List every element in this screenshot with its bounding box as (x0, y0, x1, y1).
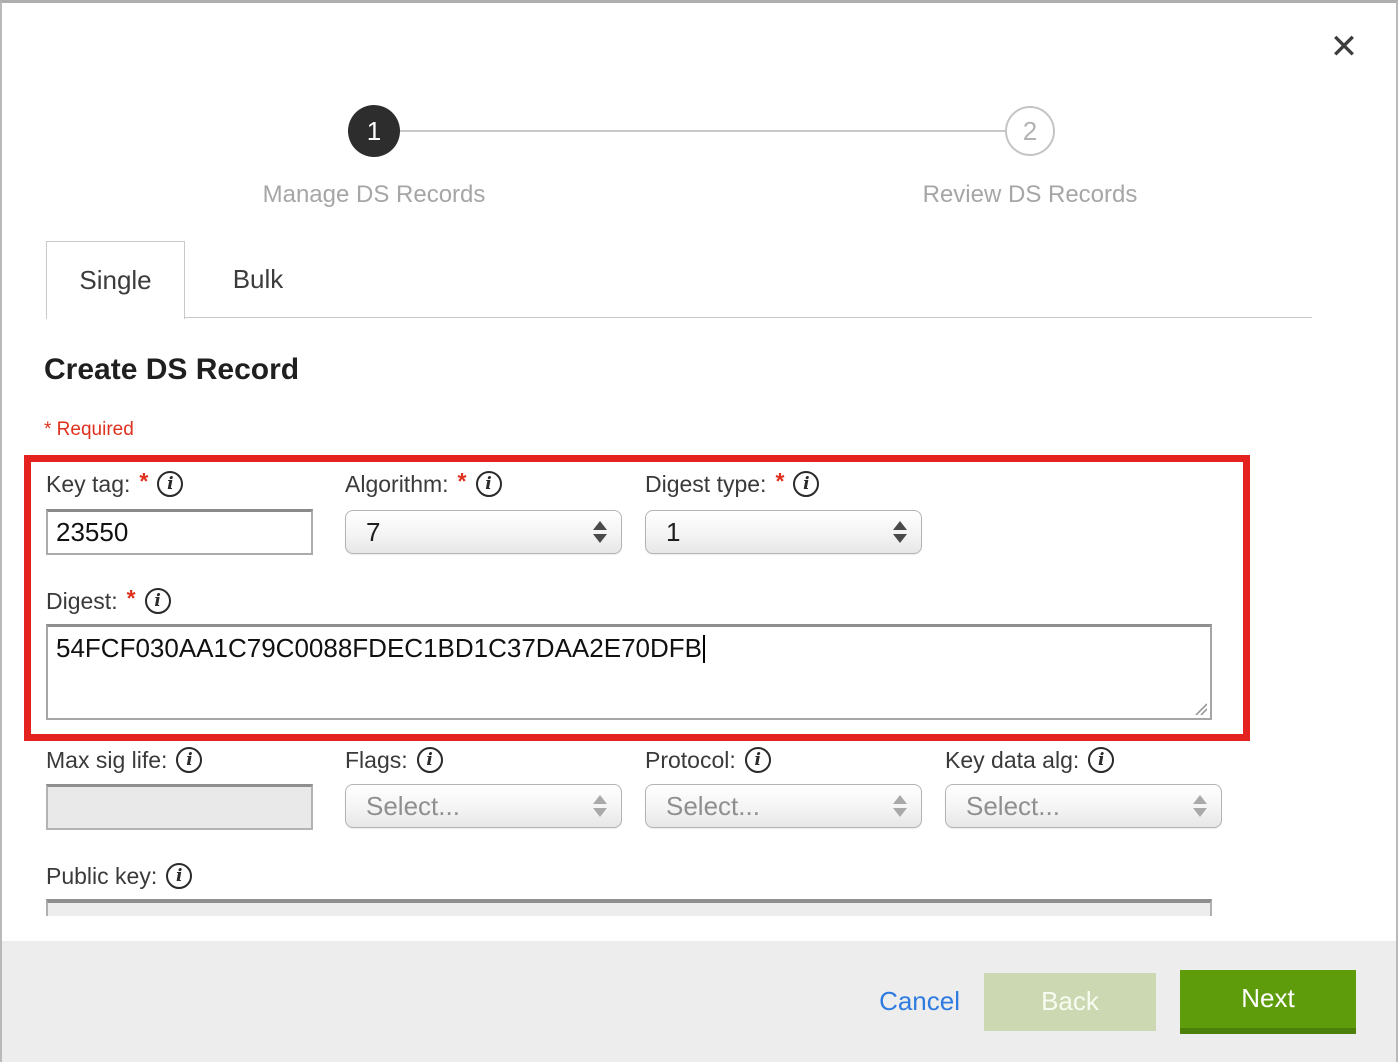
digest-label-row: Digest: * i (46, 586, 171, 616)
key-data-alg-label: Key data alg: (945, 747, 1079, 774)
max-sig-life-label-row: Max sig life: i (46, 745, 202, 775)
resize-grip-icon[interactable] (1193, 701, 1207, 715)
flags-info-icon[interactable]: i (417, 747, 443, 773)
algorithm-label-row: Algorithm: * i (345, 469, 502, 499)
public-key-textarea[interactable] (46, 899, 1212, 916)
tabbar-divider (46, 317, 1312, 318)
step-1-number: 1 (367, 116, 381, 147)
key-tag-value: 23550 (56, 517, 128, 548)
algorithm-value: 7 (366, 517, 380, 548)
max-sig-life-info-icon[interactable]: i (176, 747, 202, 773)
cancel-button[interactable]: Cancel (879, 986, 960, 1017)
tab-bulk[interactable]: Bulk (185, 241, 331, 317)
select-arrows-icon (1193, 795, 1207, 817)
public-key-info-icon[interactable]: i (166, 863, 192, 889)
select-arrows-icon (893, 521, 907, 543)
next-button[interactable]: Next (1180, 970, 1356, 1034)
digest-label: Digest: (46, 588, 118, 615)
key-data-alg-info-icon[interactable]: i (1088, 747, 1114, 773)
protocol-select[interactable]: Select... (645, 784, 922, 828)
text-cursor (703, 635, 705, 663)
digest-textarea[interactable]: 54FCF030AA1C79C0088FDEC1BD1C37DAA2E70DFB (46, 624, 1212, 720)
flags-placeholder: Select... (366, 791, 460, 822)
key-data-alg-select[interactable]: Select... (945, 784, 1222, 828)
step-2-circle: 2 (1005, 106, 1055, 156)
key-data-alg-placeholder: Select... (966, 791, 1060, 822)
digest-type-info-icon[interactable]: i (793, 471, 819, 497)
key-data-alg-label-row: Key data alg: i (945, 745, 1114, 775)
key-tag-label: Key tag: (46, 471, 130, 498)
select-arrows-icon (893, 795, 907, 817)
close-icon[interactable]: ✕ (1322, 25, 1366, 69)
step-1-label: Manage DS Records (224, 181, 524, 209)
step-2-number: 2 (1023, 116, 1037, 147)
select-arrows-icon (593, 795, 607, 817)
digest-type-label: Digest type: (645, 471, 766, 498)
step-2-label: Review DS Records (880, 181, 1180, 209)
max-sig-life-input[interactable] (46, 784, 313, 830)
max-sig-life-label: Max sig life: (46, 747, 167, 774)
tab-single[interactable]: Single (46, 241, 185, 319)
key-tag-required-asterisk: * (139, 468, 148, 495)
algorithm-info-icon[interactable]: i (476, 471, 502, 497)
key-tag-input[interactable]: 23550 (46, 509, 313, 555)
digest-type-required-asterisk: * (775, 468, 784, 495)
digest-required-asterisk: * (127, 585, 136, 612)
page-title: Create DS Record (44, 353, 299, 387)
key-tag-info-icon[interactable]: i (157, 471, 183, 497)
protocol-info-icon[interactable]: i (745, 747, 771, 773)
digest-type-value: 1 (666, 517, 680, 548)
protocol-label: Protocol: (645, 747, 736, 774)
stepper-connector-line (400, 130, 1006, 132)
protocol-label-row: Protocol: i (645, 745, 771, 775)
select-arrows-icon (593, 521, 607, 543)
step-1-circle: 1 (348, 105, 400, 157)
public-key-label-row: Public key: i (46, 861, 192, 891)
back-button[interactable]: Back (984, 973, 1156, 1031)
digest-type-label-row: Digest type: * i (645, 469, 819, 499)
protocol-placeholder: Select... (666, 791, 760, 822)
public-key-label: Public key: (46, 863, 157, 890)
flags-label: Flags: (345, 747, 408, 774)
digest-info-icon[interactable]: i (145, 588, 171, 614)
algorithm-label: Algorithm: (345, 471, 449, 498)
algorithm-required-asterisk: * (458, 468, 467, 495)
required-note: * Required (44, 419, 134, 441)
digest-type-select[interactable]: 1 (645, 510, 922, 554)
key-tag-label-row: Key tag: * i (46, 469, 183, 499)
flags-label-row: Flags: i (345, 745, 443, 775)
flags-select[interactable]: Select... (345, 784, 622, 828)
footer-bar: Cancel Back Next (2, 941, 1396, 1062)
digest-value: 54FCF030AA1C79C0088FDEC1BD1C37DAA2E70DFB (56, 633, 702, 663)
algorithm-select[interactable]: 7 (345, 510, 622, 554)
